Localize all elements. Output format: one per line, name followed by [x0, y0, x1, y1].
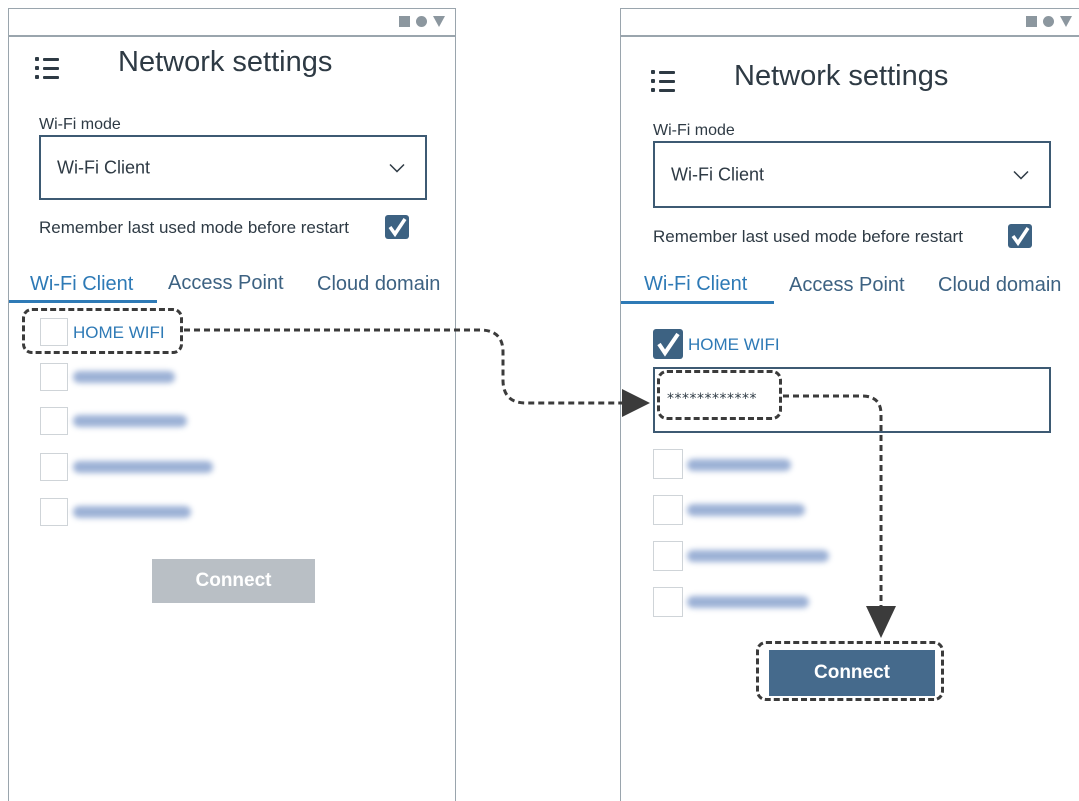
arrow-head-icon: [622, 389, 650, 417]
flow-arrows: [184, 328, 896, 638]
arrow-head-icon: [866, 606, 896, 638]
arrow-to-password: [184, 328, 622, 405]
arrow-to-connect: [783, 394, 883, 608]
